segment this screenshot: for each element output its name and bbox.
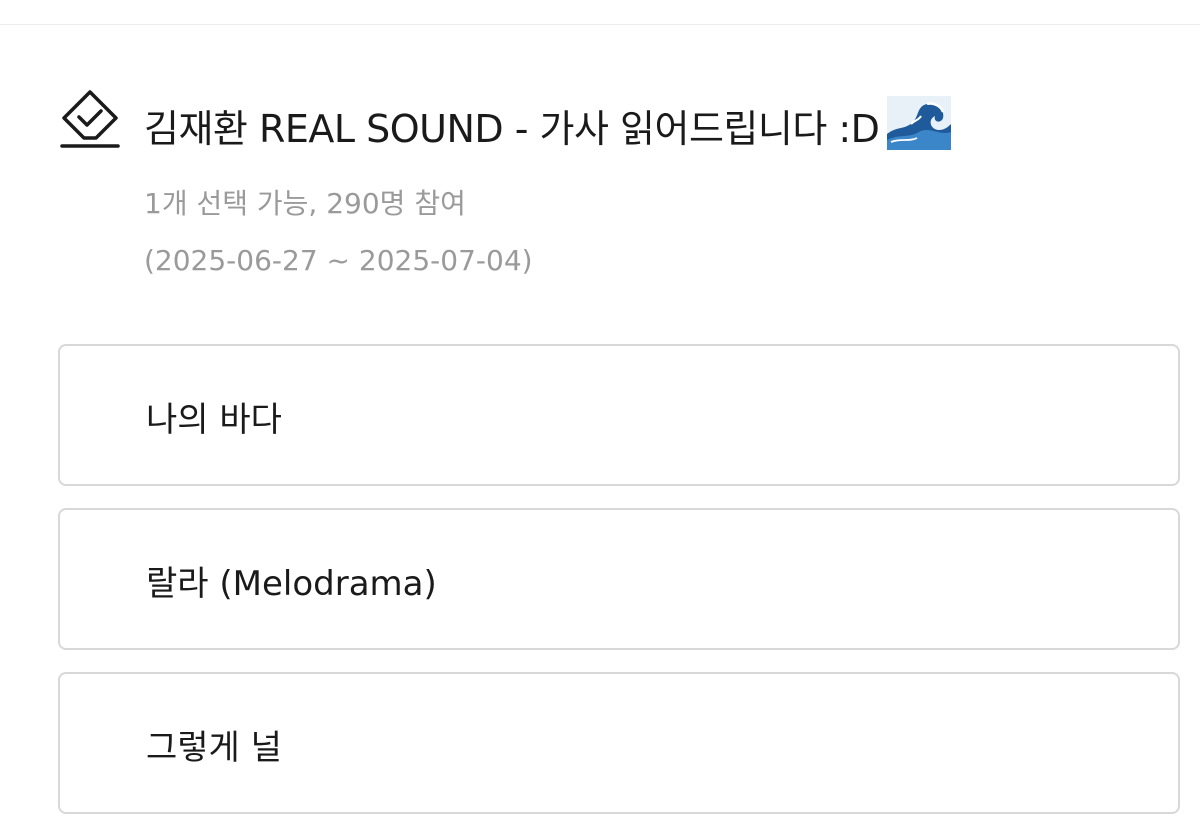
top-divider bbox=[0, 24, 1200, 25]
poll-page: 김재환 REAL SOUND - 가사 읽어드립니다 :D 1개 선택 가능, … bbox=[0, 0, 1200, 830]
poll-title-text: 김재환 REAL SOUND - 가사 읽어드립니다 :D bbox=[144, 107, 880, 151]
poll-option-label: 랄라 (Melodrama) bbox=[146, 564, 437, 604]
poll-dates: (2025-06-27 ~ 2025-07-04) bbox=[144, 244, 533, 277]
poll-title: 김재환 REAL SOUND - 가사 읽어드립니다 :D bbox=[144, 96, 952, 153]
poll-option[interactable]: 랄라 (Melodrama) bbox=[58, 508, 1180, 650]
ballot-box-check-icon bbox=[56, 86, 124, 154]
poll-option[interactable]: 그렇게 널 bbox=[58, 672, 1180, 814]
poll-meta: 1개 선택 가능, 290명 참여 bbox=[144, 187, 466, 220]
water-wave-icon bbox=[887, 96, 952, 150]
poll-option-label: 그렇게 널 bbox=[146, 728, 282, 768]
poll-option-label: 나의 바다 bbox=[146, 400, 282, 440]
poll-option[interactable]: 나의 바다 bbox=[58, 344, 1180, 486]
